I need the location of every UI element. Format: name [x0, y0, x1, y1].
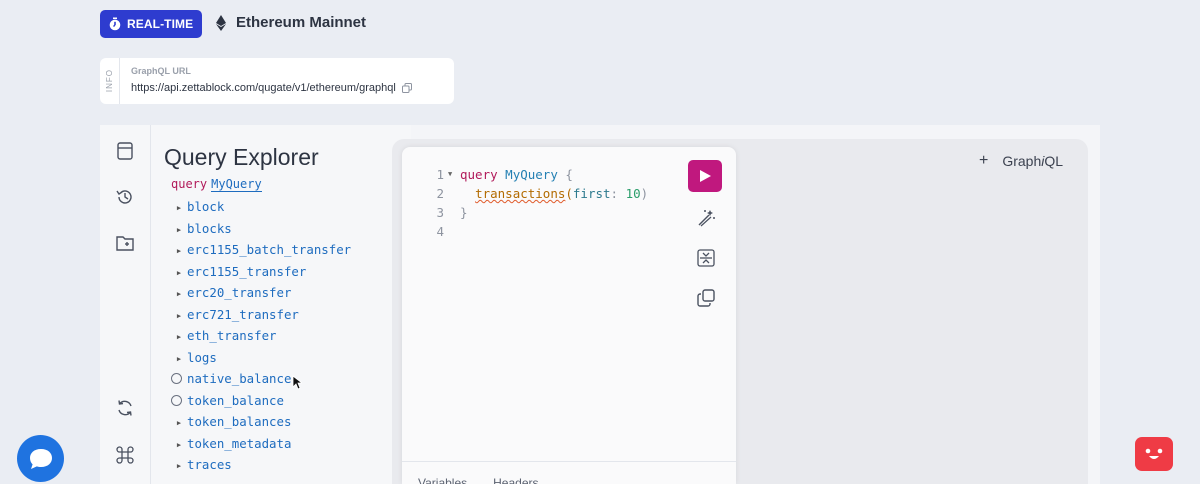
explorer-field-label: erc1155_transfer — [187, 263, 307, 279]
graphql-url-value: https://api.zettablock.com/qugate/v1/eth… — [131, 82, 396, 94]
graphiql-header: + GraphiQL — [979, 152, 1063, 170]
add-tab-button[interactable]: + — [979, 152, 988, 170]
code-paren: ( — [565, 186, 573, 201]
explorer-field-label: token_balance — [187, 392, 284, 408]
merge-fragments-icon[interactable] — [695, 247, 717, 269]
bot-widget-button[interactable] — [1135, 437, 1173, 471]
explorer-title: Query Explorer — [164, 144, 319, 170]
explorer-field-label: erc20_transfer — [187, 285, 292, 301]
field-radio[interactable] — [171, 373, 182, 385]
chat-bubble-icon — [29, 448, 52, 469]
expand-caret-icon[interactable]: ▶ — [171, 416, 187, 427]
fold-arrow-icon[interactable]: ▼ — [448, 165, 460, 184]
expand-caret-icon[interactable]: ▶ — [171, 201, 187, 212]
query-keyword: query — [171, 177, 208, 191]
docs-icon[interactable] — [115, 141, 135, 161]
info-tab-label: INFO — [105, 69, 114, 93]
network-selector[interactable]: Ethereum Mainnet — [216, 14, 366, 31]
tab-headers[interactable]: Headers — [493, 476, 538, 484]
explorer-field-blocks[interactable]: ▶ blocks — [171, 218, 351, 240]
expand-caret-icon[interactable]: ▶ — [171, 438, 187, 449]
history-icon[interactable] — [115, 187, 135, 207]
explorer-field-label: erc721_transfer — [187, 306, 299, 322]
query-name-input[interactable]: MyQuery — [211, 177, 262, 192]
expand-caret-icon[interactable]: ▶ — [171, 266, 187, 277]
graphiql-sidebar — [100, 125, 151, 484]
explorer-field-label: token_metadata — [187, 435, 292, 451]
chat-widget-button[interactable] — [17, 435, 64, 482]
code-brace: { — [565, 167, 573, 182]
field-radio[interactable] — [171, 394, 182, 406]
realtime-badge-label: REAL-TIME — [127, 17, 194, 31]
run-query-button[interactable] — [688, 160, 722, 192]
refresh-icon[interactable] — [115, 398, 135, 418]
prettify-icon[interactable] — [695, 207, 717, 229]
line-number: 4 — [436, 224, 444, 239]
info-tab: INFO — [100, 58, 120, 104]
copy-icon[interactable] — [401, 83, 412, 93]
explorer-field-label: eth_transfer — [187, 328, 277, 344]
expand-caret-icon[interactable]: ▶ — [171, 244, 187, 255]
explorer-field-erc1155-transfer[interactable]: ▶ erc1155_transfer — [171, 261, 351, 283]
line-number: 1 — [436, 167, 444, 182]
line-number: 2 — [436, 186, 444, 201]
line-number: 3 — [436, 205, 444, 220]
explorer-field-traces[interactable]: ▶ traces — [171, 454, 351, 476]
explorer-field-token-balance[interactable]: token_balance — [171, 390, 351, 412]
expand-caret-icon[interactable]: ▶ — [171, 352, 187, 363]
ethereum-icon — [216, 14, 226, 31]
explorer-field-label: token_balances — [187, 414, 292, 430]
explorer-field-native-balance[interactable]: native_balance — [171, 368, 351, 390]
query-explorer: Query Explorer query MyQuery ▶ block ▶ block… — [151, 125, 411, 484]
explorer-field-erc721-transfer[interactable]: ▶ erc721_transfer — [171, 304, 351, 326]
code-colon: : — [610, 186, 619, 201]
expand-caret-icon[interactable]: ▶ — [171, 309, 187, 320]
explorer-field-eth-transfer[interactable]: ▶ eth_transfer — [171, 325, 351, 347]
explorer-field-token-balances[interactable]: ▶ token_balances — [171, 411, 351, 433]
graphiql-panel: Query Explorer query MyQuery ▶ block ▶ block… — [100, 125, 1100, 484]
expand-caret-icon[interactable]: ▶ — [171, 287, 187, 298]
shortcut-command-icon[interactable] — [115, 445, 135, 465]
explorer-field-label: native_balance — [187, 371, 292, 387]
explorer-field-token-metadata[interactable]: ▶ token_metadata — [171, 433, 351, 455]
code-area[interactable]: 1 ▼ query MyQuery { 2 transactions(first: … — [420, 165, 648, 241]
explorer-field-erc20-transfer[interactable]: ▶ erc20_transfer — [171, 282, 351, 304]
explorer-field-logs[interactable]: ▶ logs — [171, 347, 351, 369]
code-field: transactions — [475, 186, 566, 201]
mouse-cursor-icon — [292, 375, 302, 390]
code-number: 10 — [625, 186, 641, 201]
explorer-field-erc1155-batch-transfer[interactable]: ▶ erc1155_batch_transfer — [171, 239, 351, 261]
network-name: Ethereum Mainnet — [236, 14, 367, 31]
query-editor[interactable]: 1 ▼ query MyQuery { 2 transactions(first: … — [402, 147, 736, 484]
code-operation-name: MyQuery — [505, 167, 558, 182]
explorer-folder-icon[interactable] — [115, 233, 135, 253]
realtime-badge: REAL-TIME — [100, 10, 202, 38]
tab-variables[interactable]: Variables — [418, 476, 467, 484]
stopwatch-icon — [109, 17, 121, 31]
explorer-field-label: block — [187, 199, 225, 215]
expand-caret-icon[interactable]: ▶ — [171, 459, 187, 470]
code-argument: first — [572, 186, 611, 201]
explorer-field-label: erc1155_batch_transfer — [187, 242, 352, 258]
code-paren: ) — [640, 186, 649, 201]
bot-face-icon — [1145, 448, 1163, 459]
graphql-url-card: INFO GraphQL URL https://api.zettablock.… — [100, 58, 454, 104]
expand-caret-icon[interactable]: ▶ — [171, 330, 187, 341]
code-keyword: query — [460, 167, 498, 182]
explorer-field-list: ▶ block ▶ blocks ▶ erc1155_batch_transfer ▶ erc… — [171, 196, 351, 476]
graphiql-logo-part: Graph — [1002, 153, 1042, 169]
graphiql-logo: GraphiQL — [1002, 153, 1063, 169]
play-icon — [700, 170, 711, 182]
explorer-field-block[interactable]: ▶ block — [171, 196, 351, 218]
expand-caret-icon[interactable]: ▶ — [171, 223, 187, 234]
graphql-url-label: GraphQL URL — [131, 66, 191, 76]
explorer-field-label: traces — [187, 457, 232, 473]
editor-tools-tabs: Variables Headers — [402, 461, 736, 484]
graphiql-logo-part: QL — [1044, 153, 1064, 169]
code-brace: } — [460, 205, 468, 220]
explorer-field-label: blocks — [187, 220, 232, 236]
copy-query-icon[interactable] — [695, 287, 717, 309]
explorer-field-label: logs — [187, 349, 217, 365]
query-header: query MyQuery — [171, 177, 262, 192]
